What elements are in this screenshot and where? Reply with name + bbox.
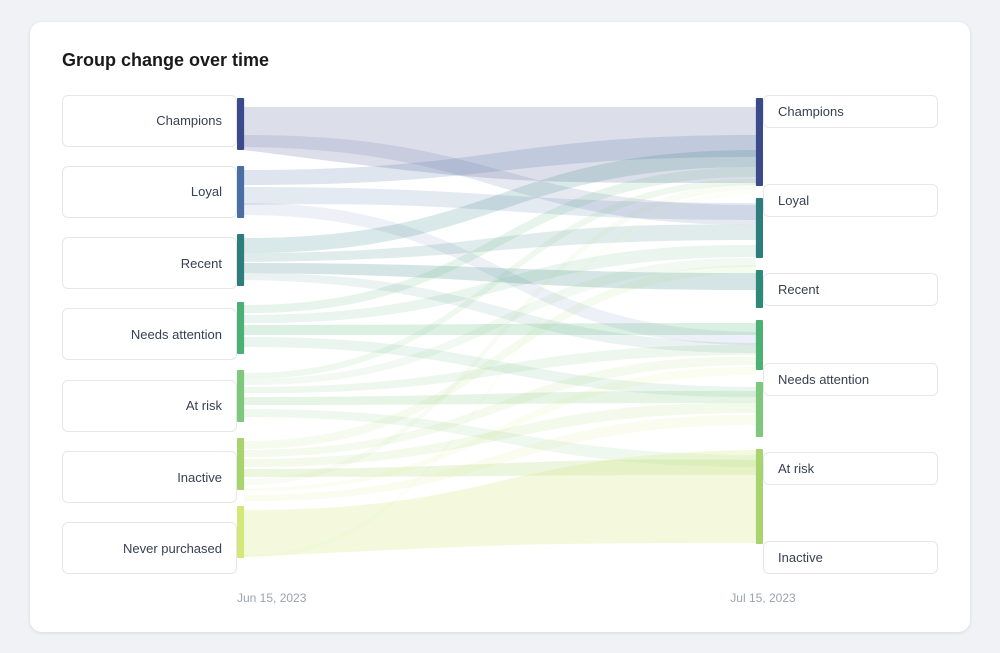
left-label-loyal: Loyal — [62, 166, 237, 218]
left-label-needs-attention: Needs attention — [62, 308, 237, 360]
right-label-at-risk: At risk — [763, 452, 938, 485]
date-label-left: Jun 15, 2023 — [237, 591, 306, 605]
chart-card: Group change over time Champions Loyal R… — [30, 22, 970, 632]
labels-right: Champions Loyal Recent Needs attention A… — [763, 95, 938, 575]
left-label-inactive: Inactive — [62, 451, 237, 503]
chart-area: Champions Loyal Recent Needs attention A… — [62, 95, 938, 605]
date-label-right: Jul 15, 2023 — [730, 591, 795, 605]
chart-title: Group change over time — [62, 50, 938, 71]
sankey-chart — [237, 95, 763, 575]
left-label-at-risk: At risk — [62, 380, 237, 432]
right-label-loyal: Loyal — [763, 184, 938, 217]
left-label-recent: Recent — [62, 237, 237, 289]
right-label-recent: Recent — [763, 273, 938, 306]
left-label-champions: Champions — [62, 95, 237, 147]
right-label-inactive: Inactive — [763, 541, 938, 574]
right-label-champions: Champions — [763, 95, 938, 128]
left-label-never-purchased: Never purchased — [62, 522, 237, 574]
labels-left: Champions Loyal Recent Needs attention A… — [62, 95, 237, 605]
right-label-needs-attention: Needs attention — [763, 363, 938, 396]
